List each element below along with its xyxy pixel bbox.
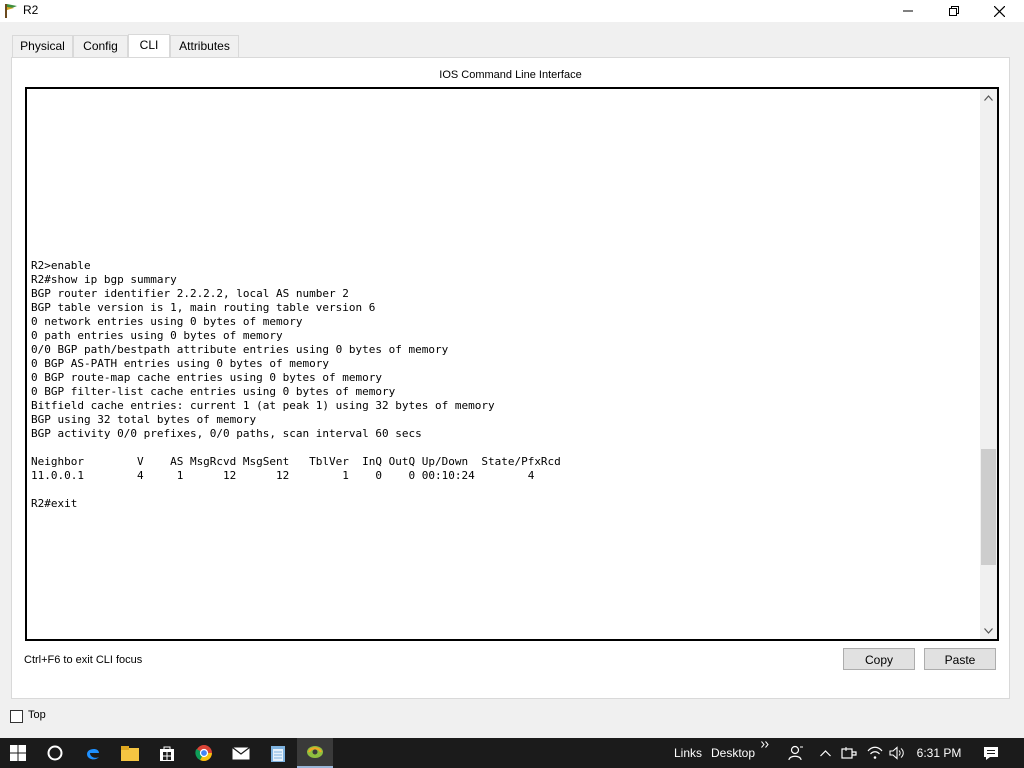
scroll-thumb[interactable] — [981, 449, 996, 565]
terminal-line: 11.0.0.1 4 1 12 12 1 0 0 00:10:24 4 — [31, 469, 535, 482]
power-icon[interactable] — [838, 738, 860, 768]
terminal-line: 0 BGP filter-list cache entries using 0 … — [31, 385, 396, 398]
chrome-icon[interactable] — [186, 738, 222, 768]
file-explorer-icon[interactable] — [112, 738, 148, 768]
store-icon[interactable] — [149, 738, 185, 768]
cli-panel: IOS Command Line Interface R2>enable R2#s… — [11, 57, 1010, 699]
notepad-icon[interactable] — [260, 738, 296, 768]
terminal-line: Bitfield cache entries: current 1 (at pe… — [31, 399, 495, 412]
desktop-toolbar[interactable]: Desktop — [709, 738, 757, 768]
terminal-line: R2#show ip bgp summary — [31, 273, 177, 286]
terminal-scrollbar[interactable] — [980, 89, 997, 639]
tab-attributes[interactable]: Attributes — [170, 35, 239, 57]
people-icon[interactable] — [784, 738, 808, 768]
cortana-icon[interactable] — [38, 738, 72, 768]
packet-tracer-app-icon — [4, 3, 18, 19]
terminal-line: BGP router identifier 2.2.2.2, local AS … — [31, 287, 349, 300]
terminal-line: Neighbor V AS MsgRcvd MsgSent TblVer InQ… — [31, 455, 561, 468]
terminal-line: R2>enable — [31, 259, 91, 272]
taskbar-clock[interactable]: 6:31 PM — [912, 738, 966, 768]
restore-button[interactable] — [931, 0, 977, 22]
window-title: R2 — [23, 3, 39, 17]
paste-button[interactable]: Paste — [924, 648, 996, 670]
scroll-down-arrow-icon[interactable] — [980, 622, 997, 639]
cli-header: IOS Command Line Interface — [439, 69, 582, 81]
copy-button[interactable]: Copy — [843, 648, 915, 670]
cli-terminal[interactable]: R2>enable R2#show ip bgp summary BGP route… — [25, 87, 999, 641]
top-checkbox[interactable] — [10, 710, 23, 723]
terminal-line: R2#exit — [31, 497, 78, 510]
volume-icon[interactable] — [886, 738, 908, 768]
windows-start-icon[interactable] — [0, 738, 36, 768]
top-checkbox-label: Top — [28, 709, 46, 721]
terminal-line: 0 path entries using 0 bytes of memory — [31, 329, 283, 342]
tab-cli[interactable]: CLI — [128, 34, 170, 58]
close-button[interactable] — [976, 0, 1022, 22]
terminal-line: 0 BGP AS-PATH entries using 0 bytes of m… — [31, 357, 330, 370]
terminal-line: BGP using 32 total bytes of memory — [31, 413, 257, 426]
terminal-line: 0 BGP route-map cache entries using 0 by… — [31, 371, 382, 384]
terminal-line: 0/0 BGP path/bestpath attribute entries … — [31, 343, 449, 356]
minimize-button[interactable] — [885, 0, 931, 22]
tab-config[interactable]: Config — [73, 35, 128, 57]
terminal-line: BGP table version is 1, main routing tab… — [31, 301, 376, 314]
focus-hint: Ctrl+F6 to exit CLI focus — [24, 654, 143, 666]
notification-center-icon[interactable] — [978, 738, 1004, 768]
title-bar: R2 — [0, 0, 1024, 22]
terminal-line: 0 network entries using 0 bytes of memor… — [31, 315, 303, 328]
edge-icon[interactable] — [75, 738, 111, 768]
tab-physical[interactable]: Physical — [12, 35, 73, 57]
taskbar: Links Desktop 6:31 PM — [0, 738, 1024, 768]
mail-icon[interactable] — [223, 738, 259, 768]
wifi-icon[interactable] — [864, 738, 886, 768]
toolbar-chevron-icon[interactable] — [759, 738, 771, 768]
terminal-line: BGP activity 0/0 prefixes, 0/0 paths, sc… — [31, 427, 422, 440]
show-hidden-icons-chevron-icon[interactable] — [815, 738, 835, 768]
terminal-output: R2>enable R2#show ip bgp summary BGP route… — [31, 259, 561, 511]
links-toolbar[interactable]: Links — [672, 738, 704, 768]
scroll-up-arrow-icon[interactable] — [980, 89, 997, 106]
packet-tracer-taskbar-icon[interactable] — [297, 738, 333, 768]
